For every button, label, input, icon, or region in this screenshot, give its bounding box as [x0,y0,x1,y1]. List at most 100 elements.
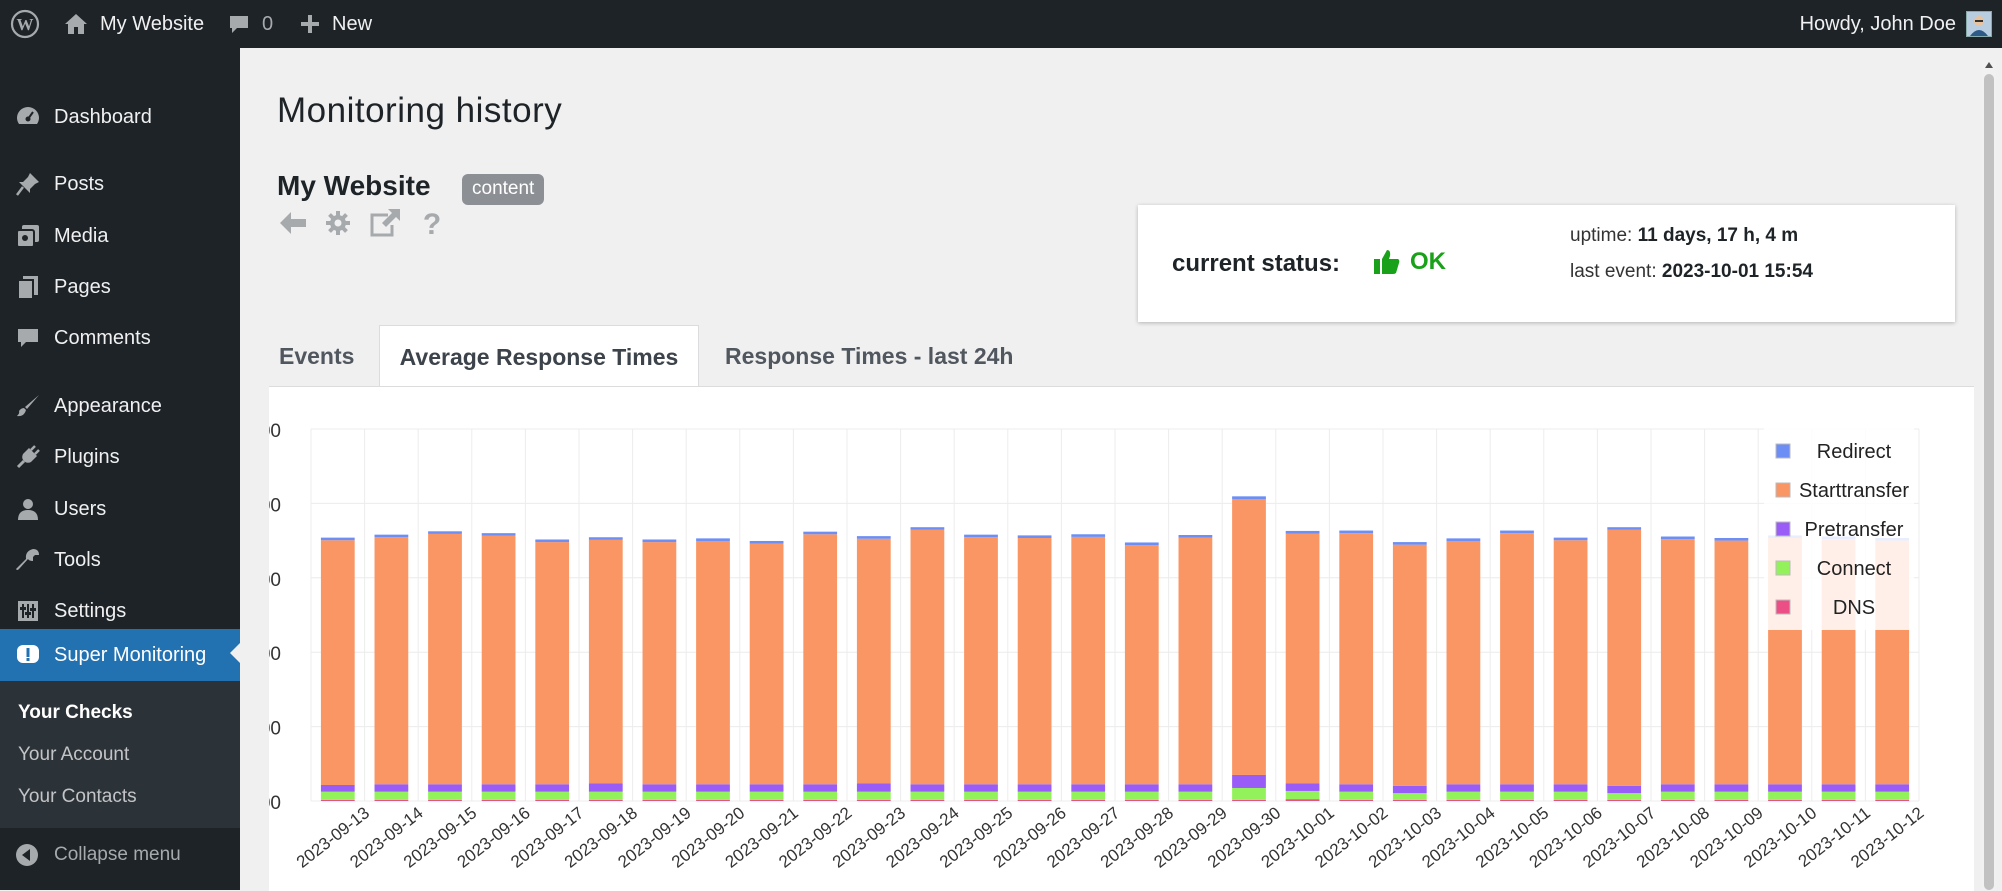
bar-segment-redirect [803,531,838,535]
bar-segment-redirect [910,527,945,530]
alert-icon [14,641,42,669]
bar-segment-connect [1714,791,1749,800]
bar-segment-connect [1285,790,1320,800]
collapse-menu-button[interactable]: Collapse menu [0,828,240,882]
legend-swatch-connect [1775,560,1791,576]
bar-segment-pretransfer [1124,784,1159,792]
bar-segment-dns [428,799,462,801]
wordpress-logo-icon[interactable]: W [10,0,40,48]
bar-segment-dns [1178,799,1213,801]
check-site-name: My Website [277,170,431,201]
media-icon [14,222,42,250]
bar-segment-connect [588,791,623,800]
sidebar-item-super-monitoring[interactable]: Super Monitoring [0,629,240,681]
tab-events[interactable]: Events [279,325,354,387]
bar-segment-connect [1178,791,1213,800]
gear-icon[interactable] [321,206,355,240]
back-arrow-icon[interactable] [276,206,310,240]
status-value: OK [1372,247,1446,277]
sidebar-item-label: Dashboard [54,105,152,128]
bar-segment-pretransfer [642,784,677,792]
bar-segment-starttransfer [481,535,516,785]
external-link-icon[interactable] [368,206,402,240]
bar-segment-redirect [1714,537,1749,541]
bar-segment-connect [1500,791,1534,800]
sidebar-item-label: Posts [54,172,105,195]
admin-bar-site-link[interactable]: My Website [64,0,204,48]
admin-bar-comments[interactable]: 0 [228,0,273,48]
pages-icon [14,273,42,301]
sidebar-item-label: Media [54,224,109,247]
bar-segment-starttransfer [1446,540,1481,785]
wrench-icon [14,546,42,574]
y-tick-label: 1.000 [269,421,281,442]
scroll-up-arrow-icon[interactable] [1985,62,1993,68]
avatar [1966,11,1992,37]
bar-segment-redirect [1232,496,1266,500]
admin-bar-account[interactable]: Howdy, John Doe [1800,0,1992,48]
sidebar-item-tools[interactable]: Tools [0,536,240,584]
pin-icon [14,170,42,198]
tab-average-response-times[interactable]: Average Response Times [379,325,699,389]
legend-swatch-pretransfer [1775,521,1791,537]
bar-segment-redirect [1446,538,1481,541]
submenu-your-checks[interactable]: Your Checks [18,702,133,724]
bar-segment-connect [428,791,462,800]
collapse-arrow-icon [14,842,40,868]
bar-segment-pretransfer [1714,784,1749,792]
bar-segment-redirect [1124,542,1159,546]
sidebar-item-posts[interactable]: Posts [0,160,240,208]
bar-segment-redirect [588,537,623,540]
sidebar-item-settings[interactable]: Settings [0,587,240,635]
bar-segment-dns [642,799,677,801]
bar-segment-dns [1500,799,1534,801]
sidebar-item-comments[interactable]: Comments [0,314,240,362]
sidebar-item-label: Users [54,497,107,520]
bar-segment-dns [1339,799,1374,801]
bar-segment-dns [856,799,891,801]
bar-segment-connect [1232,787,1266,800]
sidebar-item-dashboard[interactable]: Dashboard [0,93,240,141]
submenu-your-account[interactable]: Your Account [18,744,129,766]
legend-label-starttransfer: Starttransfer [1799,480,1909,502]
sidebar-item-appearance[interactable]: Appearance [0,382,240,430]
bar-segment-connect [1553,791,1588,800]
scroll-thumb[interactable] [1984,74,1994,890]
sidebar-item-media[interactable]: Media [0,212,240,260]
bar-segment-starttransfer [964,537,998,785]
dashboard-icon [14,103,42,131]
sidebar-item-label: Settings [54,599,127,622]
sidebar-item-pages[interactable]: Pages [0,263,240,311]
sidebar-item-plugins[interactable]: Plugins [0,433,240,481]
bar-segment-starttransfer [696,540,730,785]
help-question-icon[interactable]: ? [415,206,449,240]
admin-bar-new[interactable]: New [300,0,372,48]
bar-segment-pretransfer [1392,785,1427,794]
sidebar-item-users[interactable]: Users [0,485,240,533]
bar-segment-starttransfer [856,538,891,784]
comment-icon [228,13,250,35]
bar-segment-starttransfer [1285,533,1320,784]
legend-label-pretransfer: Pretransfer [1805,519,1904,541]
uptime-value: 11 days, 17 h, 4 m [1637,225,1799,246]
status-label: current status: [1172,250,1341,277]
bar-segment-connect [1821,791,1856,800]
bar-segment-starttransfer [1017,537,1052,785]
bar-segment-starttransfer [1339,533,1374,785]
svg-text:?: ? [423,208,441,238]
bar-segment-dns [374,799,409,801]
y-tick-label: 0.800 [269,495,281,516]
admin-bar: W My Website 0 New Howdy, John Doe [0,0,2002,48]
bar-segment-starttransfer [374,537,409,785]
bar-segment-connect [481,791,516,800]
bar-segment-pretransfer [1500,784,1534,792]
page-scrollbar[interactable] [1982,60,1996,890]
settings-sliders-icon [14,597,42,625]
bar-segment-connect [910,791,945,800]
submenu-your-contacts[interactable]: Your Contacts [18,786,137,808]
tab-response-times-24h[interactable]: Response Times - last 24h [725,325,1013,387]
bar-segment-redirect [856,536,891,539]
sidebar-item-label: Plugins [54,445,120,468]
y-tick-label: 0.400 [269,644,281,665]
bar-segment-redirect [1500,530,1534,534]
